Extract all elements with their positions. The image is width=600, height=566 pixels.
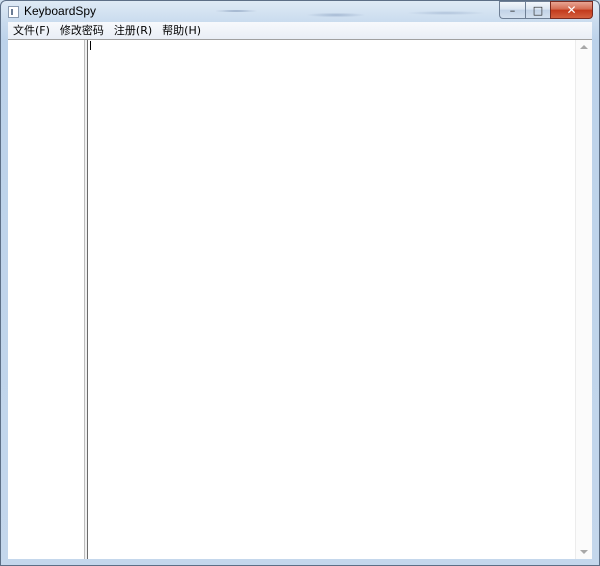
client-area xyxy=(8,39,592,559)
minimize-button[interactable]: – xyxy=(499,1,525,19)
maximize-icon: □ xyxy=(532,3,544,17)
vertical-scrollbar[interactable] xyxy=(575,40,592,559)
log-text-area[interactable] xyxy=(89,40,576,559)
left-list-pane[interactable] xyxy=(8,40,85,559)
maximize-button[interactable]: □ xyxy=(525,1,550,19)
scroll-up-arrow-icon[interactable] xyxy=(580,45,588,49)
menu-bar: 文件(F) 修改密码 注册(R) 帮助(H) xyxy=(8,22,592,39)
pane-splitter[interactable] xyxy=(85,40,88,559)
scroll-down-arrow-icon[interactable] xyxy=(580,550,588,554)
close-button[interactable]: ✕ xyxy=(550,1,593,19)
window-title: KeyboardSpy xyxy=(24,4,97,18)
menu-change-password[interactable]: 修改密码 xyxy=(55,22,109,39)
close-icon: ✕ xyxy=(566,3,577,17)
minimize-icon: – xyxy=(509,3,516,17)
menu-register[interactable]: 注册(R) xyxy=(109,22,157,39)
menu-help[interactable]: 帮助(H) xyxy=(157,22,206,39)
text-caret xyxy=(90,41,91,50)
menu-file[interactable]: 文件(F) xyxy=(8,22,55,39)
app-window: KeyboardSpy – □ ✕ 文件(F) 修改密码 注册(R) 帮助(H) xyxy=(0,0,600,566)
title-bar[interactable]: KeyboardSpy – □ ✕ xyxy=(1,1,599,22)
document-icon[interactable] xyxy=(8,6,19,18)
caption-buttons: – □ ✕ xyxy=(499,1,593,20)
